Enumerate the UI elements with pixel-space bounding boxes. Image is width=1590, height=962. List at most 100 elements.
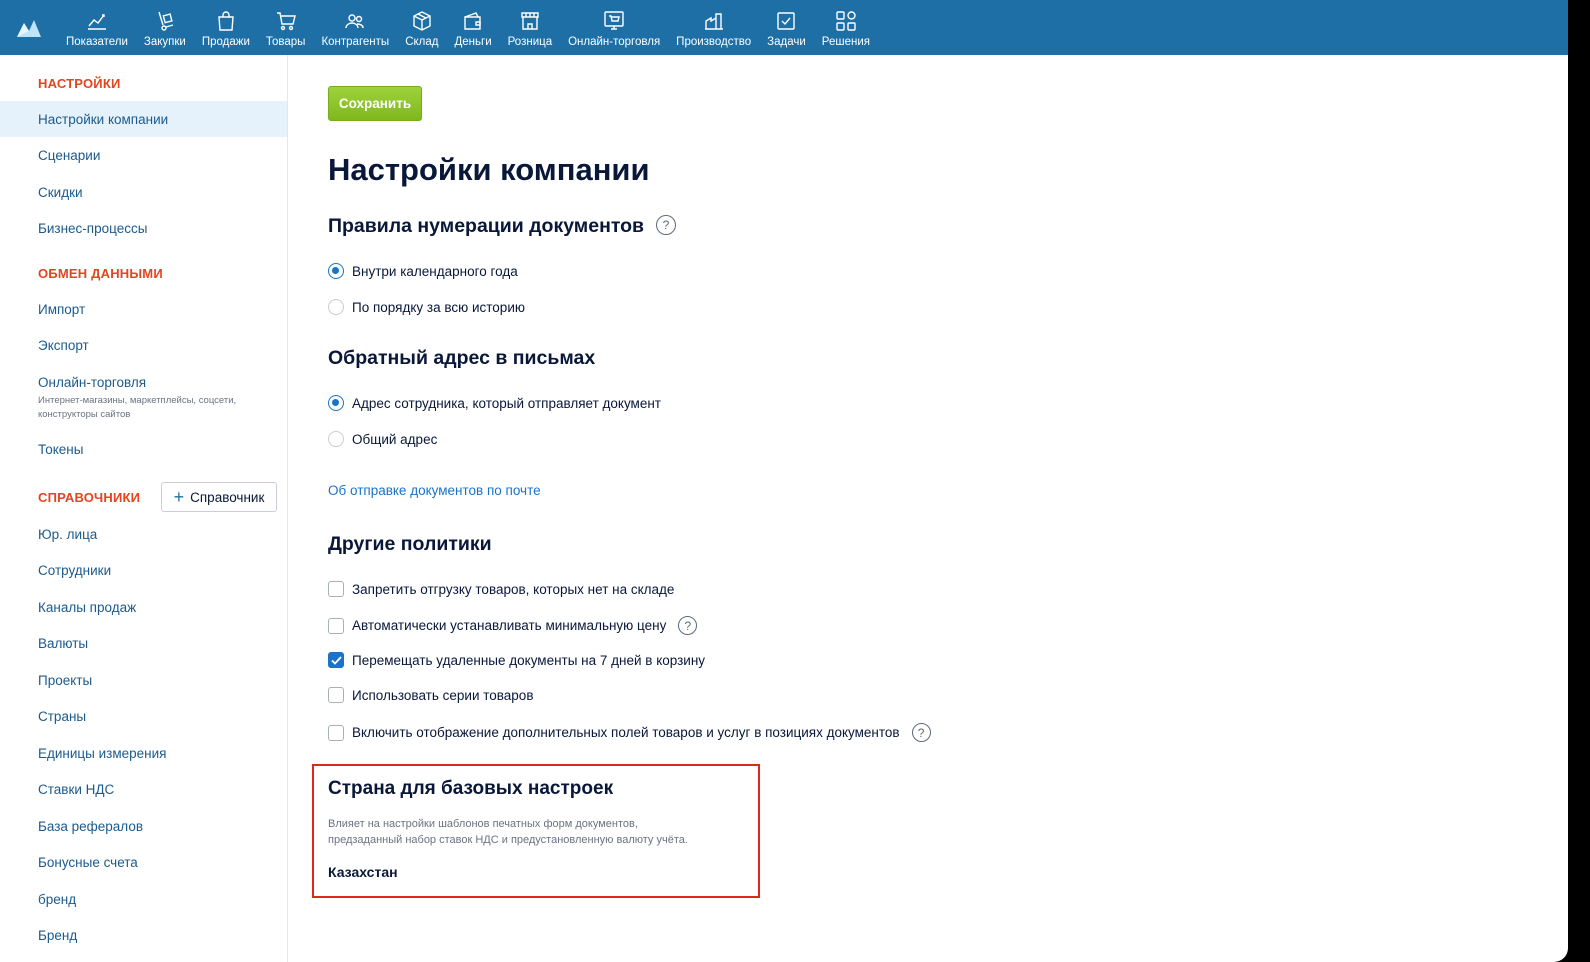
sidebar-item-legal-entities[interactable]: Юр. лица — [0, 516, 287, 552]
nav-indicators[interactable]: Показатели — [58, 0, 136, 55]
nav-label: Закупки — [143, 36, 186, 48]
country-description-line: Влияет на настройки шаблонов печатных фо… — [328, 818, 638, 830]
store-icon — [521, 12, 539, 30]
radio-unselected[interactable] — [328, 299, 344, 315]
nav-retail[interactable]: Розница — [500, 0, 560, 55]
policy-forbid-shipment[interactable]: Запретить отгрузку товаров, которых нет … — [328, 581, 674, 597]
app-logo[interactable] — [0, 0, 58, 55]
settings-header: НАСТРОЙКИ — [38, 76, 121, 91]
sidebar-item-tokens[interactable]: Токены — [0, 431, 287, 467]
policy-label: Использовать серии товаров — [352, 687, 534, 703]
shopping-bag-icon — [218, 11, 234, 31]
sidebar-item-brand-lower[interactable]: бренд — [0, 881, 287, 917]
sidebar-item-export[interactable]: Экспорт — [0, 327, 287, 363]
mail-sending-info-link[interactable]: Об отправке документов по почте — [328, 483, 541, 498]
radio-selected[interactable] — [328, 395, 344, 411]
nav-money[interactable]: Деньги — [446, 0, 499, 55]
sidebar-item-brand[interactable]: Бренд — [0, 917, 287, 953]
plus-icon: + — [173, 487, 185, 507]
radio-unselected[interactable] — [328, 431, 344, 447]
sidebar-item-vat-rates[interactable]: Ставки НДС — [0, 771, 287, 807]
sidebar-item-discounts[interactable]: Скидки — [0, 174, 287, 210]
checkbox-unchecked[interactable] — [328, 687, 344, 703]
add-directory-button[interactable]: + Справочник — [161, 482, 277, 512]
nav-label: Задачи — [767, 36, 806, 48]
nav-products[interactable]: Товары — [258, 0, 314, 55]
exchange-header: ОБМЕН ДАННЫМИ — [38, 266, 163, 281]
nav-label: Контрагенты — [321, 36, 390, 48]
policy-extra-fields[interactable]: Включить отображение дополнительных поле… — [328, 723, 931, 742]
country-value: Казахстан — [328, 864, 398, 880]
country-section-title: Страна для базовых настроек — [328, 778, 614, 799]
nav-warehouse[interactable]: Склад — [397, 0, 446, 55]
policy-label: Запретить отгрузку товаров, которых нет … — [352, 581, 675, 597]
help-icon[interactable]: ? — [911, 723, 931, 742]
nav-sales[interactable]: Продажи — [194, 0, 258, 55]
nav-label: Деньги — [454, 36, 492, 48]
nav-label: Товары — [265, 36, 306, 48]
policy-label: Перемещать удаленные документы на 7 дней… — [352, 652, 706, 668]
main-content: Сохранить Настройки компании Правила нум… — [288, 55, 1568, 962]
return-address-section-title: Обратный адрес в письмах — [328, 347, 596, 369]
online-trade-subtitle: Интернет-магазины, маркетплейсы, соцсети… — [38, 395, 237, 420]
sidebar-item-countries[interactable]: Страны — [0, 698, 287, 734]
sidebar-item-referral-base[interactable]: База рефералов — [0, 808, 287, 844]
online-cart-icon — [604, 11, 624, 30]
option-label: Общий адрес — [352, 431, 438, 447]
checkbox-unchecked[interactable] — [328, 724, 344, 741]
country-settings-box: Страна для базовых настроек Влияет на на… — [312, 764, 760, 898]
factory-icon — [704, 13, 723, 30]
option-label: Адрес сотрудника, который отправляет док… — [352, 395, 661, 411]
checkbox-unchecked[interactable] — [328, 617, 344, 634]
task-check-icon — [777, 12, 796, 30]
sidebar-item-employees[interactable]: Сотрудники — [0, 552, 287, 588]
option-label: Внутри календарного года — [352, 263, 518, 279]
nav-solutions[interactable]: Решения — [814, 0, 878, 55]
radio-selected[interactable] — [328, 263, 344, 279]
people-icon — [345, 14, 365, 29]
other-policies-section-title: Другие политики — [328, 533, 492, 555]
grid-apps-icon — [836, 11, 856, 31]
sidebar-item-projects[interactable]: Проекты — [0, 662, 287, 698]
top-navigation-bar: Показатели Закупки Продажи Товары Контра… — [0, 0, 1568, 55]
option-label: По порядку за всю историю — [352, 299, 525, 315]
sidebar-item-company-settings[interactable]: Настройки компании — [0, 101, 287, 137]
page-title: Настройки компании — [328, 152, 650, 187]
checkbox-checked[interactable] — [328, 652, 344, 668]
settings-sidebar: НАСТРОЙКИ Настройки компании Сценарии Ск… — [0, 55, 288, 962]
nav-counterparties[interactable]: Контрагенты — [313, 0, 397, 55]
sidebar-item-scenarios[interactable]: Сценарии — [0, 137, 287, 173]
numbering-option-all-history[interactable]: По порядку за всю историю — [328, 299, 525, 315]
nav-purchases[interactable]: Закупки — [136, 0, 194, 55]
return-address-option-employee[interactable]: Адрес сотрудника, который отправляет док… — [328, 395, 661, 411]
wallet-icon — [464, 12, 481, 30]
hand-truck-icon — [158, 11, 174, 31]
sidebar-item-units[interactable]: Единицы измерения — [0, 735, 287, 771]
country-description-line: предзаданный набор ставок НДС и предуста… — [328, 833, 688, 846]
checkmark-icon — [330, 655, 342, 665]
help-icon[interactable]: ? — [656, 215, 676, 235]
nav-online-trade[interactable]: Онлайн-торговля — [560, 0, 668, 55]
sidebar-item-business-processes[interactable]: Бизнес-процессы — [0, 210, 287, 246]
policy-auto-min-price[interactable]: Автоматически устанавливать минимальную … — [328, 616, 698, 635]
numbering-option-calendar-year[interactable]: Внутри календарного года — [328, 263, 518, 279]
directories-header: СПРАВОЧНИКИ — [38, 490, 141, 505]
nav-label: Склад — [405, 36, 439, 48]
nav-production[interactable]: Производство — [668, 0, 759, 55]
sidebar-item-bonus-accounts[interactable]: Бонусные счета — [0, 844, 287, 880]
sidebar-item-currencies[interactable]: Валюты — [0, 625, 287, 661]
help-icon[interactable]: ? — [678, 616, 698, 635]
chart-line-icon — [87, 14, 106, 30]
numbering-section-title: Правила нумерации документов — [328, 215, 645, 237]
save-button[interactable]: Сохранить — [328, 86, 422, 121]
nav-label: Показатели — [66, 36, 128, 48]
nav-label: Продажи — [201, 36, 250, 48]
logo-icon — [17, 19, 41, 37]
return-address-option-common[interactable]: Общий адрес — [328, 431, 437, 447]
nav-tasks[interactable]: Задачи — [759, 0, 814, 55]
sidebar-item-import[interactable]: Импорт — [0, 291, 287, 327]
checkbox-unchecked[interactable] — [328, 581, 344, 597]
policy-move-deleted-to-trash[interactable]: Перемещать удаленные документы на 7 дней… — [328, 652, 705, 668]
sidebar-item-sales-channels[interactable]: Каналы продаж — [0, 589, 287, 625]
policy-use-series[interactable]: Использовать серии товаров — [328, 687, 534, 703]
